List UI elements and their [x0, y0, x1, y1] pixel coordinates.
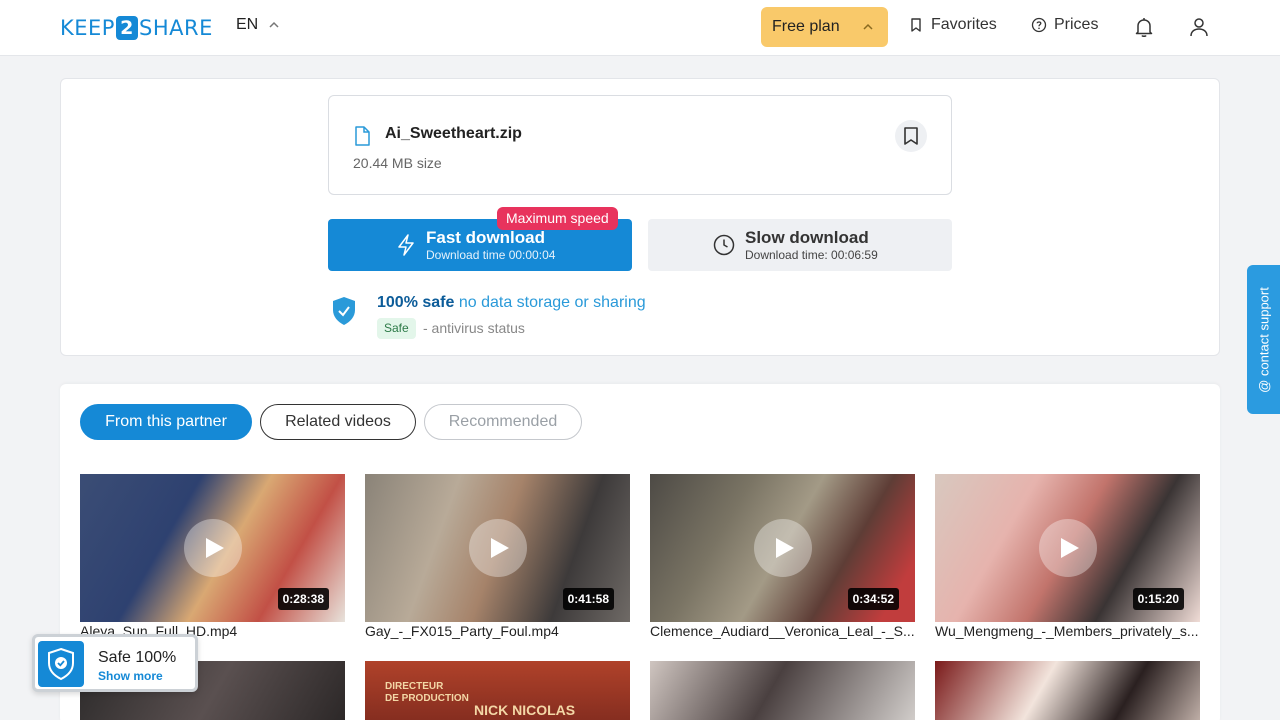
video-thumbnail[interactable]	[935, 661, 1200, 720]
safety-statement: 100% safe no data storage or sharing	[377, 294, 646, 312]
slow-download-button[interactable]: Slow download Download time: 00:06:59	[648, 219, 952, 271]
video-duration: 0:34:52	[847, 588, 899, 610]
play-button[interactable]	[1039, 519, 1097, 577]
user-icon[interactable]	[1187, 15, 1211, 39]
video-thumbnail[interactable]: 0:34:52	[650, 474, 915, 622]
favorites-link[interactable]: Favorites	[908, 16, 997, 34]
safe-status-badge: Safe	[377, 318, 416, 339]
fast-download-title: Fast download	[426, 228, 545, 247]
language-label: EN	[236, 16, 259, 33]
top-header: KEEP 2 SHARE EN Free plan Favorites Pric…	[0, 0, 1280, 56]
video-duration: 0:15:20	[1132, 588, 1184, 610]
tab-related-videos[interactable]: Related videos	[260, 404, 416, 440]
show-more-link[interactable]: Show more	[98, 669, 163, 683]
fast-download-time: Download time 00:00:04	[426, 248, 556, 262]
play-icon	[491, 538, 509, 558]
thumbnail-credit-name: NICK NICOLAS	[474, 702, 576, 718]
play-icon	[776, 538, 794, 558]
question-circle-icon	[1031, 17, 1047, 33]
thumbnail-credit-role: DIRECTEUR DE PRODUCTION	[385, 681, 469, 704]
shield-check-icon	[333, 297, 355, 325]
add-to-favorites-button[interactable]	[895, 120, 927, 152]
video-duration: 0:41:58	[562, 588, 614, 610]
file-icon	[355, 126, 370, 146]
logo-text-right: SHARE	[138, 16, 213, 40]
shield-check-icon	[48, 647, 74, 681]
chevron-up-icon	[269, 21, 279, 28]
tab-from-this-partner[interactable]: From this partner	[80, 404, 252, 440]
bookmark-icon	[904, 127, 918, 145]
contact-support-label: @ contact support	[1256, 286, 1271, 393]
file-info-card	[328, 95, 952, 195]
play-icon	[206, 538, 224, 558]
play-icon	[1061, 538, 1079, 558]
video-thumbnail[interactable]: 0:28:38	[80, 474, 345, 622]
safety-strong: 100% safe	[377, 294, 455, 311]
lightning-icon	[398, 234, 414, 256]
play-button[interactable]	[754, 519, 812, 577]
favorites-label: Favorites	[931, 16, 997, 33]
safe-widget[interactable]: Safe 100% Show more	[32, 634, 198, 692]
video-thumbnail[interactable]: 0:41:58	[365, 474, 630, 622]
language-selector[interactable]: EN	[236, 16, 280, 34]
safe-widget-title: Safe 100%	[98, 649, 177, 666]
logo-badge: 2	[115, 16, 138, 40]
prices-link[interactable]: Prices	[1031, 16, 1098, 34]
slow-download-time: Download time: 00:06:59	[745, 248, 878, 262]
play-button[interactable]	[184, 519, 242, 577]
contact-support-tab[interactable]: @ contact support	[1247, 265, 1280, 414]
bookmark-icon	[911, 18, 921, 32]
antivirus-status-label: - antivirus status	[423, 320, 525, 336]
safety-rest: no data storage or sharing	[458, 294, 646, 311]
video-duration: 0:28:38	[277, 588, 329, 610]
safe-widget-badge	[38, 641, 84, 687]
file-name: Ai_Sweetheart.zip	[385, 125, 522, 142]
free-plan-label: Free plan	[772, 18, 840, 35]
slow-download-title: Slow download	[745, 228, 869, 247]
bell-icon[interactable]	[1132, 15, 1156, 39]
free-plan-button[interactable]: Free plan	[761, 7, 888, 47]
video-thumbnail[interactable]: 0:15:20	[935, 474, 1200, 622]
video-thumbnail[interactable]: DIRECTEUR DE PRODUCTION NICK NICOLAS	[365, 661, 630, 720]
chevron-up-icon	[863, 23, 873, 30]
video-thumbnail[interactable]	[650, 661, 915, 720]
maximum-speed-badge: Maximum speed	[497, 207, 618, 230]
play-button[interactable]	[469, 519, 527, 577]
keep2share-logo[interactable]: KEEP 2 SHARE	[60, 15, 213, 41]
file-size: 20.44 MB size	[353, 155, 442, 171]
logo-text-left: KEEP	[60, 16, 115, 40]
prices-label: Prices	[1054, 16, 1099, 33]
video-title[interactable]: Wu_Mengmeng_-_Members_privately_s...	[935, 623, 1203, 639]
video-title[interactable]: Gay_-_FX015_Party_Foul.mp4	[365, 623, 633, 639]
clock-icon	[713, 234, 735, 256]
tab-recommended[interactable]: Recommended	[424, 404, 582, 440]
video-title[interactable]: Clemence_Audiard__Veronica_Leal_-_S...	[650, 623, 918, 639]
